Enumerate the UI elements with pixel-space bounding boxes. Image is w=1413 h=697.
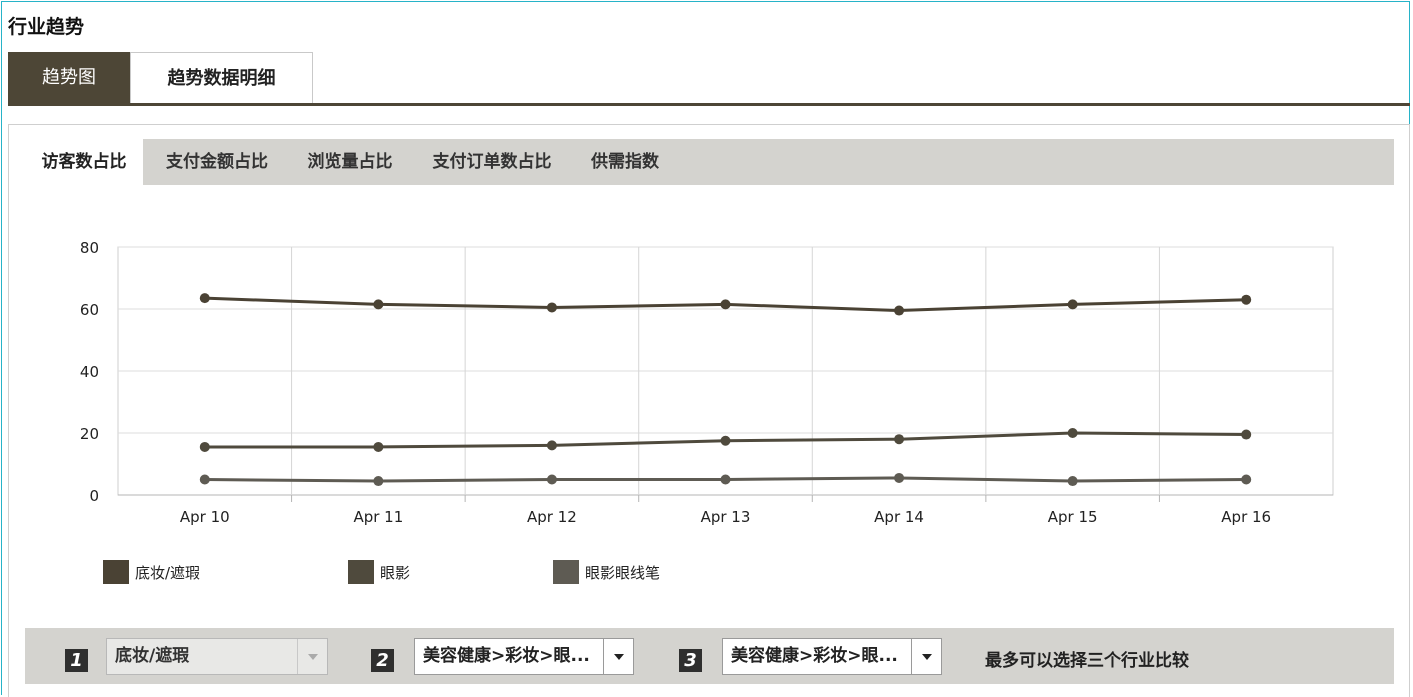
data-point [1067, 299, 1078, 310]
select-value: 美容健康>彩妆>眼... [731, 646, 898, 666]
x-tick-label: Apr 11 [353, 508, 403, 526]
selector-number-badge: 1 [65, 649, 88, 672]
y-tick-label: 0 [89, 487, 99, 505]
legend-swatch [103, 560, 129, 584]
data-point [1241, 474, 1252, 485]
x-tick-label: Apr 10 [180, 508, 230, 526]
selector-number-badge: 3 [679, 649, 702, 672]
data-point [1241, 294, 1252, 305]
data-point [199, 293, 210, 304]
chevron-down-icon[interactable] [297, 639, 327, 674]
data-point [546, 474, 557, 485]
y-tick-label: 40 [80, 363, 99, 381]
legend-label: 底妆/遮瑕 [135, 564, 201, 582]
x-tick-label: Apr 16 [1221, 508, 1271, 526]
industry-select-3[interactable]: 美容健康>彩妆>眼... [722, 638, 942, 675]
x-tick-label: Apr 14 [874, 508, 924, 526]
chevron-down-icon[interactable] [603, 639, 633, 674]
x-tick-label: Apr 15 [1048, 508, 1098, 526]
compare-hint: 最多可以选择三个行业比较 [985, 651, 1189, 671]
y-tick-label: 60 [80, 301, 99, 319]
data-point [894, 472, 905, 483]
y-tick-label: 80 [80, 239, 99, 257]
data-point [1067, 476, 1078, 487]
data-point [894, 305, 905, 316]
select-value: 底妆/遮瑕 [115, 646, 190, 666]
data-point [894, 434, 905, 445]
legend-label: 眼影 [380, 564, 411, 582]
y-tick-label: 20 [80, 425, 99, 443]
data-point [199, 474, 210, 485]
legend-label: 眼影眼线笔 [585, 564, 661, 582]
data-point [546, 302, 557, 313]
legend-swatch [553, 560, 579, 584]
x-tick-label: Apr 13 [701, 508, 751, 526]
data-point [546, 440, 557, 451]
data-point [1067, 428, 1078, 438]
data-point [373, 299, 384, 310]
data-point [720, 299, 731, 310]
selector-number-badge: 2 [371, 649, 394, 672]
industry-select-1[interactable]: 底妆/遮瑕 [106, 638, 328, 675]
x-tick-label: Apr 12 [527, 508, 577, 526]
data-point [1241, 429, 1252, 440]
data-point [720, 474, 731, 485]
legend-swatch [348, 560, 374, 584]
data-point [199, 441, 210, 452]
data-point [720, 435, 731, 446]
data-point [373, 441, 384, 452]
chevron-down-icon[interactable] [911, 639, 941, 674]
industry-select-2[interactable]: 美容健康>彩妆>眼... [414, 638, 634, 675]
data-point [373, 476, 384, 487]
select-value: 美容健康>彩妆>眼... [423, 646, 590, 666]
line-chart: 0 20 40 60 80 Apr 10 Apr 11 Apr 12 Apr 13 Apr 14 A… [80, 239, 1334, 526]
